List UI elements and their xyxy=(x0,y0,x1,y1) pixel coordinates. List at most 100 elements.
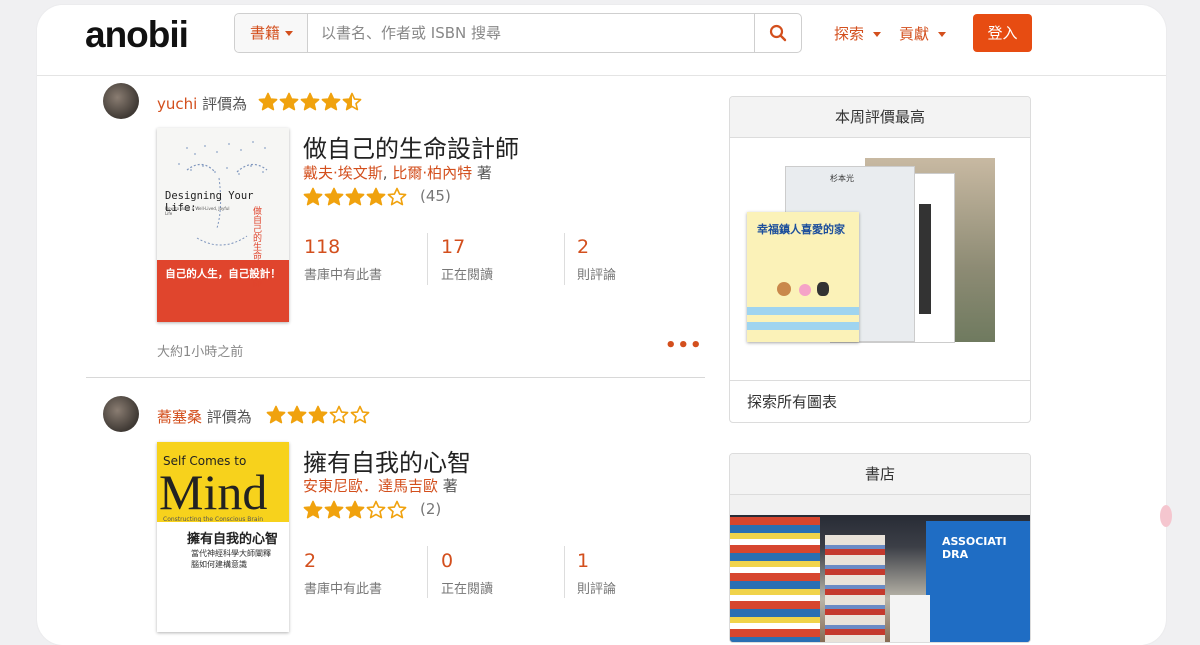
top-rated-heading: 本周評價最高 xyxy=(730,97,1030,138)
book-avg-rating-stars xyxy=(303,187,407,207)
stat-number: 2 xyxy=(304,550,317,572)
stat-label: 書庫中有此書 xyxy=(304,582,383,597)
search-icon xyxy=(769,24,787,42)
book-authors: 戴夫·埃文斯, 比爾·柏內特 著 xyxy=(303,162,492,183)
user-rating-stars xyxy=(266,405,370,425)
login-button[interactable]: 登入 xyxy=(973,14,1032,52)
rated-label: 評價為 xyxy=(202,95,248,113)
center-shelves xyxy=(825,535,885,642)
author-link[interactable]: 比爾·柏內特 xyxy=(392,164,472,182)
stat-reviews[interactable]: 1 則評論 xyxy=(577,550,616,597)
star-full-icon xyxy=(266,405,286,424)
nav-explore-dropdown[interactable]: 探索 xyxy=(834,23,882,44)
dog-illustration xyxy=(777,282,791,296)
star-full-icon xyxy=(279,92,299,111)
nav-contribute-label: 貢獻 xyxy=(899,25,930,43)
stat-label: 正在閱讀 xyxy=(441,268,494,283)
star-full-icon xyxy=(303,187,323,206)
caret-down-icon xyxy=(938,32,947,37)
caret-down-icon xyxy=(873,32,882,37)
timestamp: 大約1小時之前 xyxy=(157,345,244,360)
store-sign: ASSOCIATI DRA xyxy=(942,535,1007,561)
star-full-icon xyxy=(287,405,307,424)
stripe xyxy=(747,322,859,330)
stat-reviews[interactable]: 2 則評論 xyxy=(577,236,616,283)
book-title-link[interactable]: 做自己的生命設計師 xyxy=(303,129,519,164)
stat-number: 1 xyxy=(577,550,590,572)
stat-number: 118 xyxy=(304,236,341,258)
bookstore-photo[interactable]: ASSOCIATI DRA xyxy=(730,495,1030,642)
cover-sub-zh: 當代神經科學大師闡釋 腦如何建構意識 xyxy=(191,549,271,569)
cover-text: 幸福鎮人喜愛的家 xyxy=(757,223,845,236)
cover-title-en-2: Mind xyxy=(159,464,268,520)
stat-divider xyxy=(564,546,565,598)
reviewer-avatar[interactable] xyxy=(103,83,139,119)
stat-label: 書庫中有此書 xyxy=(304,268,383,283)
star-empty-icon xyxy=(329,405,349,424)
star-full-icon xyxy=(308,405,328,424)
user-rating-stars xyxy=(258,92,362,112)
star-full-icon xyxy=(324,500,344,519)
top-navbar: anobii 書籍 探索 貢獻 登入 xyxy=(37,5,1166,76)
pig-illustration xyxy=(799,284,811,296)
stat-reading[interactable]: 0 正在閱讀 xyxy=(441,550,493,597)
reviewer-avatar[interactable] xyxy=(103,396,139,432)
stripe xyxy=(747,307,859,315)
star-full-icon xyxy=(345,187,365,206)
search-category-dropdown[interactable]: 書籍 xyxy=(235,14,308,52)
left-shelves xyxy=(730,517,820,642)
rating-count: (45) xyxy=(420,187,451,205)
book-title-link[interactable]: 擁有自我的心智 xyxy=(303,443,471,478)
nav-contribute-dropdown[interactable]: 貢獻 xyxy=(899,23,947,44)
reviewer-name-link[interactable]: yuchi xyxy=(157,95,197,113)
cover-text: 杉本光 xyxy=(830,174,854,183)
ceiling xyxy=(730,495,1030,515)
stat-divider xyxy=(427,233,428,285)
browser-frame: anobii 書籍 探索 貢獻 登入 yuchi 評價為 xyxy=(37,5,1166,645)
author-separator: , xyxy=(382,164,393,182)
review-header: 蕎塞桑 評價為 xyxy=(157,406,252,427)
star-full-icon xyxy=(258,92,278,111)
book-authors: 安東尼歐．達馬吉歐 著 xyxy=(303,475,458,496)
spine-strip xyxy=(919,204,931,314)
author-suffix: 著 xyxy=(442,477,458,495)
nav-explore-label: 探索 xyxy=(834,25,865,43)
book-cover-self-comes-to-mind[interactable]: Self Comes to Mind Constructing the Cons… xyxy=(157,442,289,632)
stat-number: 17 xyxy=(441,236,466,258)
feed-divider xyxy=(86,377,705,378)
stat-divider xyxy=(564,233,565,285)
bookstore-heading: 書店 xyxy=(730,454,1030,495)
book-cover-designing-your-life[interactable]: Designing Your Life: How to Build a Well… xyxy=(157,128,289,322)
star-empty-icon xyxy=(350,405,370,424)
stat-reading[interactable]: 17 正在閱讀 xyxy=(441,236,493,283)
caret-down-icon xyxy=(285,31,294,36)
search-button[interactable] xyxy=(754,14,801,52)
edge-widget[interactable] xyxy=(1160,505,1172,527)
stat-number: 0 xyxy=(441,550,454,572)
more-options-icon[interactable]: ••• xyxy=(665,335,703,356)
explore-all-charts-link[interactable]: 探索所有圖表 xyxy=(730,380,1030,422)
cover-title-zh: 自己的人生，自己設計！ xyxy=(165,268,281,280)
search-category-label: 書籍 xyxy=(250,24,281,42)
cover-title-zh: 擁有自我的心智 xyxy=(187,532,279,547)
stat-label: 則評論 xyxy=(577,268,617,283)
anobii-logo[interactable]: anobii xyxy=(85,14,189,56)
stat-label: 則評論 xyxy=(577,582,617,597)
rated-label: 評價為 xyxy=(206,408,252,426)
display-table xyxy=(890,595,930,642)
cover-subtitle-en: How to Build a Well-Lived, Joyful Life xyxy=(165,206,230,216)
author-link[interactable]: 戴夫·埃文斯 xyxy=(303,164,383,182)
stat-number: 2 xyxy=(577,236,590,258)
penguin-illustration xyxy=(817,282,829,296)
author-suffix: 著 xyxy=(476,164,492,182)
star-half-icon xyxy=(342,92,362,111)
stat-divider xyxy=(427,546,428,598)
star-empty-icon xyxy=(366,500,386,519)
author-link[interactable]: 安東尼歐．達馬吉歐 xyxy=(303,477,438,495)
search-input[interactable] xyxy=(309,14,753,52)
star-full-icon xyxy=(300,92,320,111)
stat-in-library[interactable]: 2 書庫中有此書 xyxy=(304,550,382,597)
top-rated-covers[interactable]: 杉本光 幸福鎮人喜愛的家 xyxy=(730,138,1030,380)
stat-in-library[interactable]: 118 書庫中有此書 xyxy=(304,236,382,283)
reviewer-name-link[interactable]: 蕎塞桑 xyxy=(157,408,202,426)
